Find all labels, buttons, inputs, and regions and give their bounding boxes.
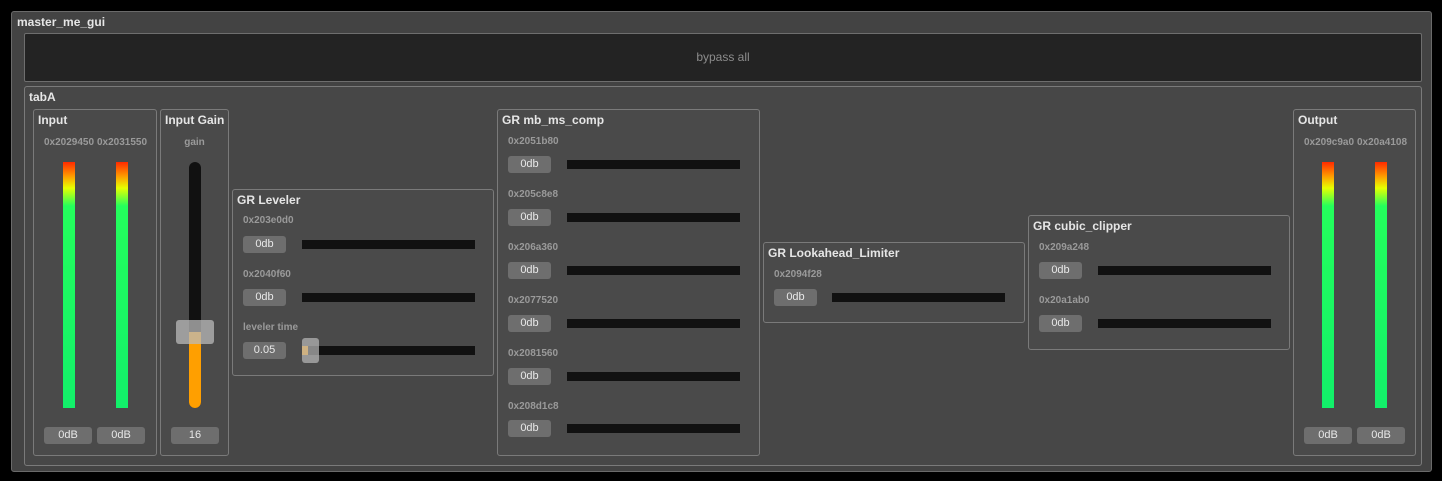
input-level-meter-1 xyxy=(63,162,75,408)
clipper-meter-bar-1 xyxy=(1098,266,1271,275)
leveler-meter-value-1: 0db xyxy=(243,236,286,253)
input-title: Input xyxy=(38,113,68,127)
input-level-meter-2 xyxy=(116,162,128,408)
mb-meter-id-5: 0x2081560 xyxy=(508,348,559,359)
leveler-title: GR Leveler xyxy=(237,193,301,207)
limiter-meter-bar-1 xyxy=(832,293,1005,302)
output-value-1: 0dB xyxy=(1304,427,1352,444)
mb-meter-id-4: 0x2077520 xyxy=(508,295,559,306)
input-value-2: 0dB xyxy=(97,427,145,444)
limiter-title: GR Lookahead_Limiter xyxy=(768,246,900,260)
tab-a-title: tabA xyxy=(29,90,56,104)
mb-meter-id-2: 0x205c8e8 xyxy=(508,189,559,200)
leveler-meter-id-1: 0x203e0d0 xyxy=(243,215,294,226)
mb-ms-comp-panel: GR mb_ms_comp 0x2051b80 0db 0x205c8e8 0d… xyxy=(497,109,760,456)
input-meter-id-2: 0x2031550 xyxy=(97,137,148,148)
mb-meter-value-6: 0db xyxy=(508,420,551,437)
leveler-time-track[interactable] xyxy=(302,346,475,355)
leveler-time-label: leveler time xyxy=(243,322,299,333)
output-level-meter-2 xyxy=(1375,162,1387,408)
input-gain-title: Input Gain xyxy=(165,113,225,127)
leveler-meter-bar-1 xyxy=(302,240,475,249)
mb-meter-value-3: 0db xyxy=(508,262,551,279)
mb-meter-id-3: 0x206a360 xyxy=(508,242,559,253)
mb-meter-bar-1 xyxy=(567,160,740,169)
mb-meter-bar-5 xyxy=(567,372,740,381)
limiter-meter-id-1: 0x2094f28 xyxy=(774,269,822,280)
input-gain-panel: Input Gain gain 16 xyxy=(160,109,229,456)
mb-meter-value-4: 0db xyxy=(508,315,551,332)
bypass-all-label: bypass all xyxy=(696,50,750,64)
mb-meter-value-5: 0db xyxy=(508,368,551,385)
output-meter-id-2: 0x20a4108 xyxy=(1357,137,1408,148)
gain-value[interactable]: 16 xyxy=(171,427,219,444)
gain-slider-thumb[interactable] xyxy=(176,320,214,344)
leveler-meter-id-2: 0x2040f60 xyxy=(243,269,291,280)
limiter-meter-value-1: 0db xyxy=(774,289,817,306)
clipper-meter-id-1: 0x209a248 xyxy=(1039,242,1090,253)
mb-ms-comp-title: GR mb_ms_comp xyxy=(502,113,605,127)
leveler-time-thumb[interactable] xyxy=(302,338,319,363)
output-meter-id-1: 0x209c9a0 xyxy=(1304,137,1355,148)
leveler-time-value[interactable]: 0.05 xyxy=(243,342,286,359)
mb-meter-bar-6 xyxy=(567,424,740,433)
output-title: Output xyxy=(1298,113,1338,127)
leveler-meter-value-2: 0db xyxy=(243,289,286,306)
cubic-clipper-title: GR cubic_clipper xyxy=(1033,219,1132,233)
mb-meter-value-1: 0db xyxy=(508,156,551,173)
clipper-meter-bar-2 xyxy=(1098,319,1271,328)
mb-meter-id-1: 0x2051b80 xyxy=(508,136,559,147)
bypass-all-button[interactable]: bypass all xyxy=(24,33,1422,82)
gain-label: gain xyxy=(184,137,205,148)
output-value-2: 0dB xyxy=(1357,427,1405,444)
input-panel: Input 0x2029450 0x2031550 0dB 0dB xyxy=(33,109,157,456)
limiter-panel: GR Lookahead_Limiter 0x2094f28 0db xyxy=(763,242,1025,323)
output-panel: Output 0x209c9a0 0x20a4108 0dB 0dB xyxy=(1293,109,1416,456)
gain-slider-track[interactable] xyxy=(189,162,201,408)
leveler-panel: GR Leveler 0x203e0d0 0db 0x2040f60 0db l… xyxy=(232,189,494,376)
leveler-meter-bar-2 xyxy=(302,293,475,302)
main-window: master_me_gui bypass all tabA Input 0x20… xyxy=(11,11,1432,472)
mb-meter-value-2: 0db xyxy=(508,209,551,226)
cubic-clipper-panel: GR cubic_clipper 0x209a248 0db 0x20a1ab0… xyxy=(1028,215,1290,350)
mb-meter-id-6: 0x208d1c8 xyxy=(508,401,559,412)
clipper-meter-value-1: 0db xyxy=(1039,262,1082,279)
clipper-meter-id-2: 0x20a1ab0 xyxy=(1039,295,1090,306)
output-level-meter-1 xyxy=(1322,162,1334,408)
mb-meter-bar-2 xyxy=(567,213,740,222)
mb-meter-bar-4 xyxy=(567,319,740,328)
clipper-meter-value-2: 0db xyxy=(1039,315,1082,332)
input-meter-id-1: 0x2029450 xyxy=(44,137,95,148)
window-title: master_me_gui xyxy=(17,15,106,29)
mb-meter-bar-3 xyxy=(567,266,740,275)
input-value-1: 0dB xyxy=(44,427,92,444)
